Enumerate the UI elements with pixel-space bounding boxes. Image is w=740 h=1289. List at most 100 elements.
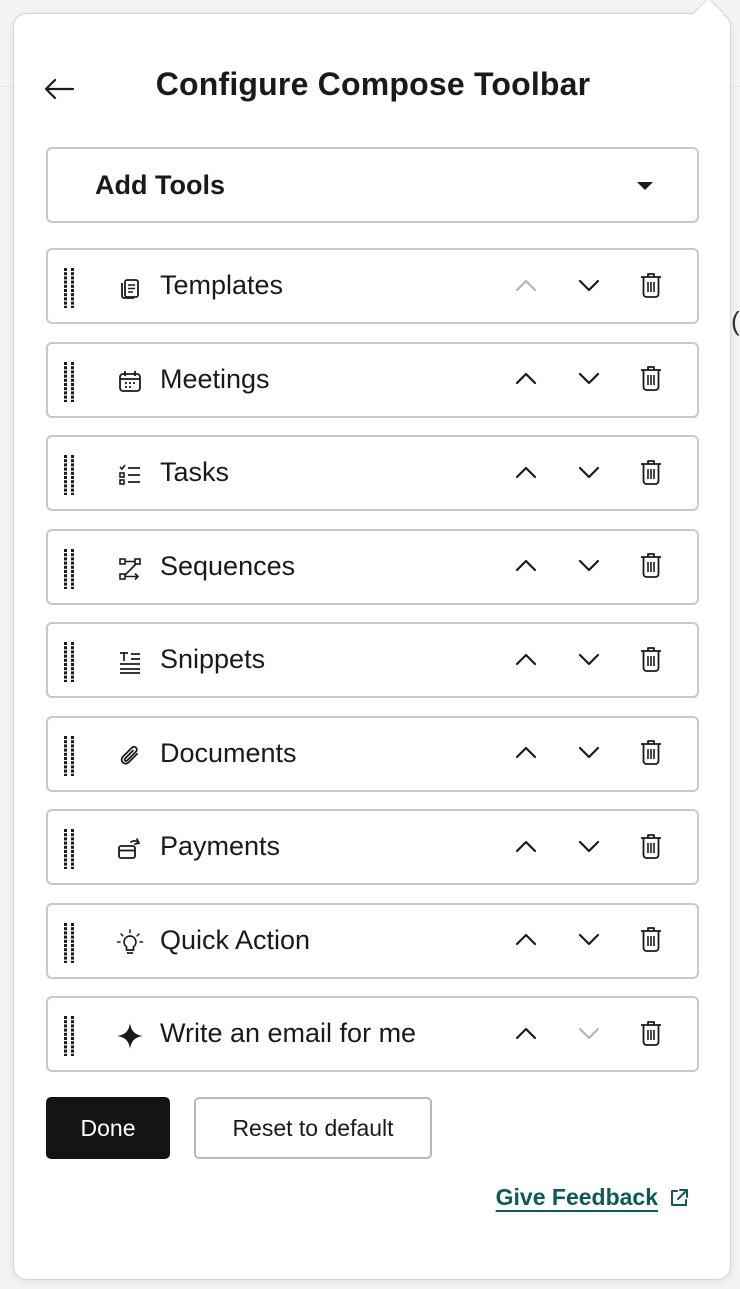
- trash-icon: [638, 738, 664, 771]
- tool-label: Write an email for me: [160, 1018, 417, 1048]
- move-down-button[interactable]: [572, 644, 606, 678]
- chevron-up-icon: [512, 1019, 540, 1052]
- delete-tool-button[interactable]: [634, 925, 668, 959]
- drag-handle-icon[interactable]: [63, 453, 77, 495]
- move-up-button[interactable]: [509, 831, 543, 865]
- chevron-down-icon: [575, 271, 603, 304]
- chevron-up-icon: [512, 364, 540, 397]
- sequence-icon: [116, 555, 144, 583]
- move-down-button[interactable]: [572, 457, 606, 491]
- backdrop-partial-glyph: (: [731, 306, 740, 336]
- payment-card-icon: [116, 835, 144, 863]
- delete-tool-button[interactable]: [634, 551, 668, 585]
- tool-label: Tasks: [160, 457, 230, 487]
- drag-handle-icon[interactable]: [63, 921, 77, 963]
- move-down-button[interactable]: [572, 925, 606, 959]
- panel-title: Configure Compose Toolbar: [155, 66, 591, 102]
- move-up-button[interactable]: [509, 925, 543, 959]
- trash-icon: [638, 551, 664, 584]
- delete-tool-button[interactable]: [634, 364, 668, 398]
- tool-label: Payments: [160, 831, 281, 861]
- delete-tool-button[interactable]: [634, 1018, 668, 1052]
- move-down-button[interactable]: [572, 364, 606, 398]
- checklist-icon: [116, 461, 144, 489]
- drag-handle-icon[interactable]: [63, 1014, 77, 1056]
- tool-row-documents[interactable]: Documents: [46, 715, 699, 792]
- move-up-button[interactable]: [509, 738, 543, 772]
- move-down-button[interactable]: [572, 1018, 606, 1052]
- trash-icon: [638, 645, 664, 678]
- drag-handle-icon[interactable]: [63, 360, 77, 402]
- trash-icon: [638, 364, 664, 397]
- chevron-down-icon: [575, 551, 603, 584]
- tool-row-quick-action[interactable]: Quick Action: [46, 902, 699, 979]
- add-tools-dropdown[interactable]: Add Tools: [46, 147, 699, 223]
- trash-icon: [638, 925, 664, 958]
- templates-icon: [116, 274, 144, 302]
- chevron-down-icon: [575, 925, 603, 958]
- chevron-up-icon: [512, 271, 540, 304]
- chevron-up-icon: [512, 645, 540, 678]
- chevron-down-icon: [575, 1019, 603, 1052]
- tool-row-templates[interactable]: Templates: [46, 248, 699, 324]
- delete-tool-button[interactable]: [634, 644, 668, 678]
- tool-label: Sequences: [160, 550, 296, 581]
- paperclip-icon: [116, 742, 144, 770]
- chevron-down-icon: [575, 458, 603, 491]
- drag-handle-icon[interactable]: [63, 266, 77, 308]
- move-up-button[interactable]: [509, 551, 543, 585]
- tool-row-write-an-email-for-me[interactable]: Write an email for me: [46, 996, 699, 1072]
- tool-row-payments[interactable]: Payments: [46, 809, 699, 885]
- tool-row-sequences[interactable]: Sequences: [46, 528, 699, 605]
- move-down-button[interactable]: [572, 270, 606, 304]
- snippet-icon: [116, 648, 144, 676]
- add-tools-label: Add Tools: [95, 169, 225, 200]
- move-up-button[interactable]: [509, 457, 543, 491]
- move-up-button[interactable]: [509, 644, 543, 678]
- chevron-down-icon: [575, 738, 603, 771]
- chevron-up-icon: [512, 925, 540, 958]
- move-down-button[interactable]: [572, 738, 606, 772]
- sparkle-icon: [116, 1022, 144, 1050]
- tool-row-tasks[interactable]: Tasks: [46, 435, 699, 511]
- done-button[interactable]: Done: [46, 1097, 170, 1159]
- chevron-up-icon: [512, 551, 540, 584]
- move-up-button[interactable]: [509, 364, 543, 398]
- tool-label: Quick Action: [160, 924, 311, 955]
- move-up-button[interactable]: [509, 270, 543, 304]
- chevron-up-icon: [512, 458, 540, 491]
- chevron-up-icon: [512, 832, 540, 865]
- drag-handle-icon[interactable]: [63, 547, 77, 589]
- give-feedback-link[interactable]: Give Feedback: [496, 1184, 690, 1211]
- lightbulb-icon: [116, 928, 144, 957]
- tool-row-snippets[interactable]: Snippets: [46, 622, 699, 698]
- drag-handle-icon[interactable]: [63, 734, 77, 776]
- delete-tool-button[interactable]: [634, 270, 668, 304]
- tool-row-meetings[interactable]: Meetings: [46, 341, 699, 418]
- move-down-button[interactable]: [572, 831, 606, 865]
- calendar-icon: [116, 368, 144, 396]
- tool-label: Meetings: [160, 363, 270, 394]
- chevron-down-icon: [575, 832, 603, 865]
- external-link-icon: [668, 1187, 690, 1209]
- delete-tool-button[interactable]: [634, 738, 668, 772]
- drag-handle-icon[interactable]: [63, 827, 77, 869]
- reset-to-default-button[interactable]: Reset to default: [194, 1097, 432, 1159]
- caret-down-icon: [637, 182, 653, 190]
- move-up-button[interactable]: [509, 1018, 543, 1052]
- move-down-button[interactable]: [572, 551, 606, 585]
- trash-icon: [638, 832, 664, 865]
- chevron-down-icon: [575, 645, 603, 678]
- chevron-down-icon: [575, 364, 603, 397]
- tool-label: Snippets: [160, 644, 266, 674]
- delete-tool-button[interactable]: [634, 831, 668, 865]
- trash-icon: [638, 1019, 664, 1052]
- trash-icon: [638, 271, 664, 304]
- tool-label: Templates: [160, 270, 284, 300]
- chevron-up-icon: [512, 738, 540, 771]
- trash-icon: [638, 458, 664, 491]
- delete-tool-button[interactable]: [634, 457, 668, 491]
- configure-toolbar-panel: Configure Compose Toolbar Add Tools Temp…: [13, 0, 731, 1280]
- drag-handle-icon[interactable]: [63, 640, 77, 682]
- tool-label: Documents: [160, 737, 297, 768]
